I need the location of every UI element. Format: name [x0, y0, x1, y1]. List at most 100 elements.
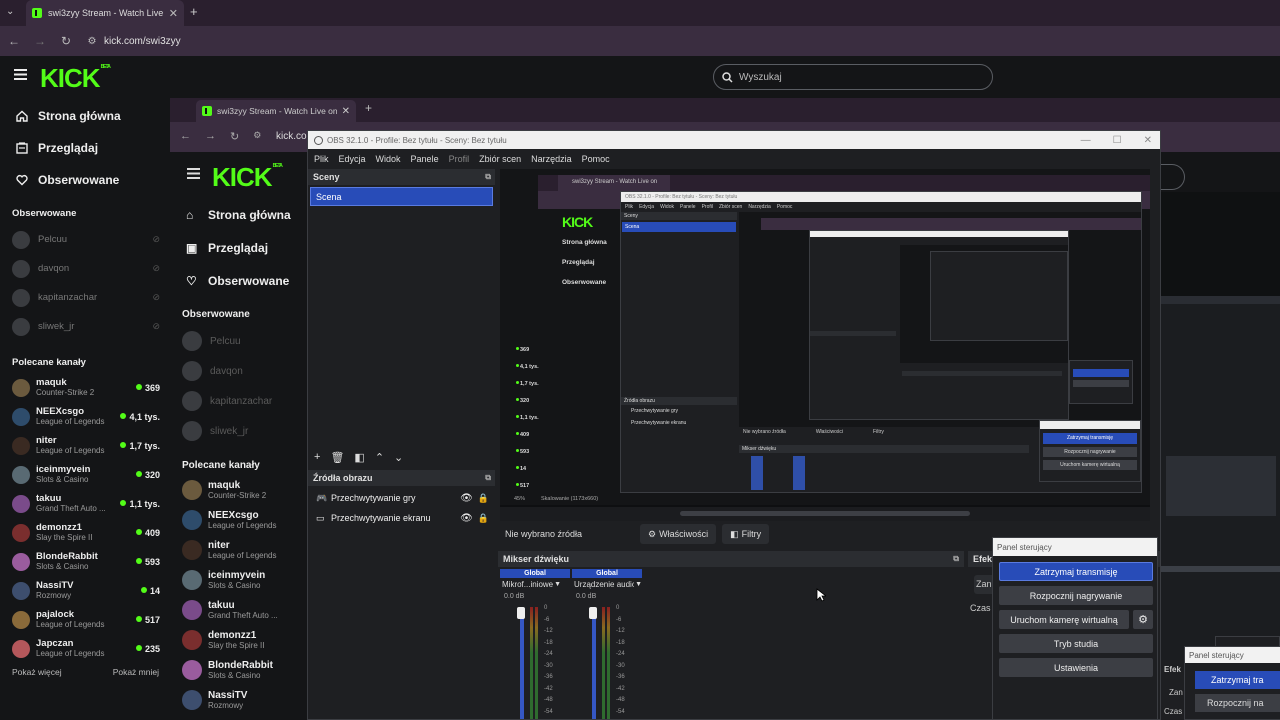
nested-followed-name: Pelcuu	[210, 335, 241, 347]
nav-following[interactable]: Obserwowane	[0, 164, 170, 196]
preview-scrollbar[interactable]	[500, 507, 1150, 521]
tab-list-chevron-icon[interactable]: ⌄	[6, 6, 14, 17]
virtual-camera-settings-button[interactable]: ⚙	[1133, 610, 1153, 629]
recommended-channel[interactable]: NassiTV Rozmowy 14	[0, 576, 170, 605]
recommended-channel[interactable]: maquk Counter-Strike 2 369	[0, 373, 170, 402]
preview-viewer-count: 14	[516, 466, 536, 483]
move-up-icon[interactable]: ⌃	[375, 451, 384, 464]
obs-menu-item[interactable]: Zbiór scen	[479, 154, 521, 164]
volume-fader-handle[interactable]	[517, 607, 525, 619]
kick-logo[interactable]: KICKBETA	[40, 63, 111, 93]
avatar	[12, 639, 30, 658]
scenes-undock-icon[interactable]: ⧉	[485, 172, 491, 182]
show-more-link[interactable]: Pokaż więcej	[12, 667, 62, 677]
lock-icon[interactable]: 🔒	[478, 493, 489, 504]
preview-mixer-header: Mikser dźwięku	[739, 445, 1029, 453]
search-input[interactable]: Wyszukaj	[713, 64, 993, 90]
scene-filters-icon[interactable]: ◧	[354, 451, 364, 464]
properties-button[interactable]: ⚙ Właściwości	[640, 524, 717, 544]
nested-followed-name: kapitanzachar	[210, 395, 273, 407]
site-info-icon[interactable]: ⚙	[86, 36, 98, 47]
remove-scene-icon[interactable]: 🗑	[330, 451, 344, 464]
mixer-undock-icon[interactable]: ⧉	[953, 554, 959, 564]
recommended-channel[interactable]: Japczan League of Legends 235	[0, 634, 170, 663]
nested-channel-info: iceinmyvein Slots & Casino	[208, 570, 265, 591]
live-dot-icon	[120, 412, 127, 419]
vu-tick-label: 0	[544, 605, 548, 611]
add-scene-icon[interactable]: +	[314, 451, 320, 464]
address-bar-row: ← → ↻ ⚙ kick.com/swi3zyy	[0, 26, 1280, 56]
recommended-channel[interactable]: iceinmyvein Slots & Casino 320	[0, 460, 170, 489]
close-window-icon[interactable]: ✕	[1144, 135, 1152, 146]
recommended-channel[interactable]: pajalock League of Legends 517	[0, 605, 170, 634]
maximize-icon[interactable]: ☐	[1113, 135, 1122, 146]
channel-name: Mikrof...iniowe	[502, 579, 554, 589]
recommended-channel[interactable]: niter League of Legends 1,7 tys.	[0, 431, 170, 460]
move-down-icon[interactable]: ⌄	[394, 451, 403, 464]
visibility-eye-icon[interactable]: 👁	[460, 513, 473, 524]
stop-stream-button[interactable]: Zatrzymaj transmisję	[999, 562, 1153, 581]
start-recording-label: Rozpocznij nagrywanie	[1029, 590, 1123, 601]
settings-button[interactable]: Ustawienia	[999, 658, 1153, 677]
nested-channel-category: League of Legends	[208, 550, 277, 560]
source-item[interactable]: 🎮 Przechwytywanie gry 👁 🔒	[308, 488, 495, 508]
reload-icon[interactable]: ↻	[60, 34, 72, 48]
followed-item[interactable]: Pelcuu ⊘	[0, 225, 170, 254]
preview-menu-item: Zbiór scen	[718, 204, 743, 210]
nav-browse[interactable]: Przeglądaj	[0, 132, 170, 164]
source-item[interactable]: ▭ Przechwytywanie ekranu 👁 🔒	[308, 508, 495, 528]
avatar	[182, 480, 202, 500]
kick-sidebar: Strona główna Przeglądaj Obserwowane Obs…	[0, 98, 170, 720]
obs-menu-item[interactable]: Profil	[449, 154, 470, 164]
obs-menu-item[interactable]: Widok	[376, 154, 401, 164]
nested-channel-name: NassiTV	[208, 689, 248, 701]
nested-followed-name: davqon	[210, 365, 243, 377]
volume-fader-track[interactable]	[520, 609, 524, 719]
browser-tab[interactable]: swi3zyy Stream - Watch Live o ✕	[26, 0, 184, 26]
nav-home[interactable]: Strona główna	[0, 100, 170, 132]
obs-window-title: OBS 32.1.0 - Profile: Bez tytułu - Sceny…	[327, 135, 507, 145]
minimize-icon[interactable]: —	[1081, 135, 1091, 146]
obs-preview[interactable]: swi3zyy Stream - Watch Live on KICK Stro…	[500, 169, 1150, 521]
recommended-list: maquk Counter-Strike 2 369 NEEXcsgo League o…	[0, 373, 170, 663]
new-tab-icon[interactable]: +	[190, 4, 198, 19]
obs-menu-item[interactable]: Edycja	[339, 154, 366, 164]
channel-select[interactable]: Mikrof...iniowe ▼	[500, 578, 570, 590]
start-virtual-camera-button[interactable]: Uruchom kamerę wirtualną	[999, 610, 1129, 629]
followed-item[interactable]: kapitanzachar ⊘	[0, 283, 170, 312]
hamburger-menu-icon[interactable]	[14, 69, 27, 80]
recommended-channel[interactable]: NEEXcsgo League of Legends 4,1 tys.	[0, 402, 170, 431]
viewer-count: 517	[135, 615, 160, 625]
volume-fader-handle[interactable]	[589, 607, 597, 619]
studio-mode-button[interactable]: Tryb studia	[999, 634, 1153, 653]
close-tab-icon[interactable]: ✕	[169, 7, 178, 20]
forward-icon[interactable]: →	[34, 34, 46, 48]
back-icon[interactable]: ←	[8, 34, 20, 48]
followed-item[interactable]: davqon ⊘	[0, 254, 170, 283]
obs-menu-item[interactable]: Pomoc	[582, 154, 610, 164]
start-recording-button[interactable]: Rozpocznij nagrywanie	[999, 586, 1153, 605]
obs-menu-item[interactable]: Panele	[411, 154, 439, 164]
followed-item[interactable]: sliwek_jr ⊘	[0, 312, 170, 341]
recommended-channel[interactable]: BlondeRabbit Slots & Casino 593	[0, 547, 170, 576]
viewer-count: 235	[135, 644, 160, 654]
nested-site-info-icon: ⚙	[253, 130, 262, 140]
recommended-channel[interactable]: takuu Grand Theft Auto ... 1,1 tys.	[0, 489, 170, 518]
lock-icon[interactable]: 🔒	[478, 513, 489, 524]
recommended-channel[interactable]: demonzz1 Slay the Spire II 409	[0, 518, 170, 547]
channel-volume-db: 0.0 dB	[504, 593, 525, 600]
show-less-link[interactable]: Pokaż mniej	[113, 667, 159, 677]
preview-obs-window: OBS 32.1.0 - Profile: Bez tytułu - Sceny…	[620, 191, 1142, 493]
scene-item-scena[interactable]: Scena	[310, 187, 493, 206]
filters-button[interactable]: ◧ Filtry	[722, 524, 770, 544]
obs-menu-item[interactable]: Narzędzia	[531, 154, 572, 164]
obs-menu-item[interactable]: Plik	[314, 154, 329, 164]
kick-logo-text: KICK	[40, 63, 101, 93]
url-field[interactable]: kick.com/swi3zyy	[104, 36, 181, 47]
visibility-eye-icon[interactable]: 👁	[460, 493, 473, 504]
sources-undock-icon[interactable]: ⧉	[485, 473, 491, 483]
preview-viewer-value: 409	[520, 432, 530, 438]
nested-followed-name: sliwek_jr	[210, 425, 249, 437]
channel-select[interactable]: Urządzenie audio ▼	[572, 578, 642, 590]
volume-fader-track[interactable]	[592, 609, 596, 719]
